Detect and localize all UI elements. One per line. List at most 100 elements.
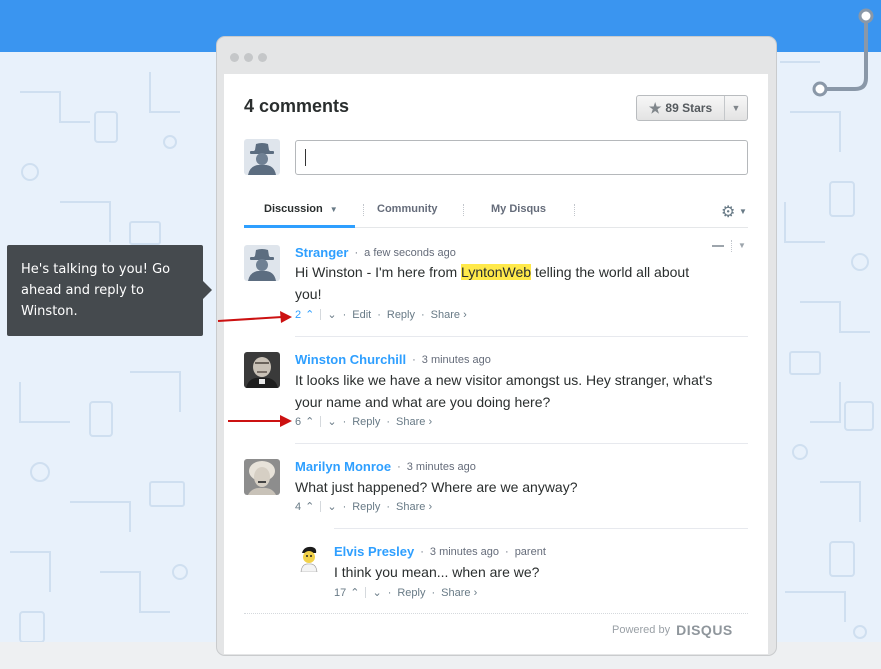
gear-icon[interactable]: ⚙ [721,202,735,222]
upvote-icon[interactable]: ⌃ [305,415,314,428]
tab-separator [363,204,364,216]
comment-body: It looks like we have a new visitor amon… [295,372,713,410]
footer-divider [244,613,748,614]
comment-count-title: 4 comments [244,96,350,116]
tooltip-pointer [203,281,212,299]
tab-discussion-label: Discussion [264,203,323,215]
window-dot [244,53,253,62]
downvote-icon[interactable]: ⌄ [327,500,336,513]
upvote-icon[interactable]: ⌃ [305,500,314,513]
disqus-logo: DISQUS [676,622,733,638]
reply-link[interactable]: Reply [352,501,380,513]
comment-text: Hi Winston - I'm here from [295,264,462,280]
separator-dot: · [421,308,425,321]
separator-dot: · [354,246,359,259]
downvote-icon[interactable]: ⌄ [327,415,336,428]
edit-link[interactable]: Edit [352,309,371,321]
vote-count: 4 [295,500,302,513]
winston-photo-icon[interactable] [244,352,280,388]
tooltip: He's talking to you! Go ahead and reply … [7,245,203,336]
upvote-icon[interactable]: ⌃ [305,308,314,321]
separator-dot: · [431,586,436,599]
separator-dot: · [420,545,424,558]
reply-link[interactable]: Reply [397,587,425,599]
separator-dot: · [342,500,347,513]
tab-discussion[interactable]: Discussion ▼ [264,203,338,215]
author-name[interactable]: Winston Churchill [295,352,406,367]
timestamp[interactable]: 3 minutes ago [422,354,491,366]
tab-separator [574,204,575,216]
author-name[interactable]: Marilyn Monroe [295,459,391,474]
separator-dot: · [505,545,509,558]
anonymous-user-icon[interactable] [244,245,280,281]
separator-dot: · [342,415,347,428]
menu-separator [731,240,732,252]
red-arrow-icon [228,415,292,427]
parent-link[interactable]: parent [515,546,546,558]
tab-community[interactable]: Community [377,203,438,215]
highlighted-text: LyntonWeb [461,264,532,280]
separator-dot: · [386,500,391,513]
author-name[interactable]: Elvis Presley [334,544,414,559]
comment-divider [334,528,748,529]
tooltip-text: He's talking to you! Go ahead and reply … [21,262,171,319]
comment-body: What just happened? Where are we anyway? [295,479,578,495]
text-cursor [305,149,306,166]
red-arrow-icon [217,311,292,323]
caret-down-icon[interactable]: ▼ [738,241,746,250]
marilyn-photo-icon[interactable] [244,459,280,495]
separator-dot: · [387,586,392,599]
upvote-icon[interactable]: ⌃ [350,586,359,599]
comment-input[interactable] [295,140,748,175]
separator-dot: · [397,460,401,473]
comment-header: Elvis Presley · 3 minutes ago · parent [334,544,546,559]
star-icon: ★ [648,99,662,116]
comment-divider [295,443,748,444]
window-dot [230,53,239,62]
comment-actions: 6 ⌃ ⌄ · Reply · Share › [295,415,432,429]
tab-separator [463,204,464,216]
comment-header: Marilyn Monroe · 3 minutes ago [295,459,476,474]
anonymous-user-icon [244,139,280,175]
separator-dot: · [386,415,391,428]
reply-link[interactable]: Reply [387,309,415,321]
share-link[interactable]: Share › [441,587,477,599]
comment-header: Winston Churchill · 3 minutes ago [295,352,491,367]
window-dot [258,53,267,62]
caret-down-icon[interactable]: ▼ [725,96,747,120]
chevron-down-icon: ▼ [329,205,338,214]
comment-body: Hi Winston - I'm here from LyntonWeb tel… [295,261,715,305]
powered-by-label: Powered by [612,624,671,636]
caret-down-icon[interactable]: ▼ [739,207,747,216]
downvote-icon[interactable]: ⌄ [372,586,381,599]
stars-button[interactable]: ★ 89 Stars ▼ [636,95,748,121]
reply-link[interactable]: Reply [352,416,380,428]
collapse-icon[interactable] [712,245,724,247]
powered-by[interactable]: Powered by DISQUS [612,622,733,638]
comment-actions: 4 ⌃ ⌄ · Reply · Share › [295,500,432,514]
comment-divider [295,336,748,337]
downvote-icon[interactable]: ⌄ [327,308,336,321]
share-link[interactable]: Share › [396,501,432,513]
share-link[interactable]: Share › [431,309,467,321]
separator-dot: · [412,353,416,366]
vote-separator [320,309,322,320]
share-link[interactable]: Share › [396,416,432,428]
timestamp[interactable]: a few seconds ago [364,247,456,259]
vote-separator [365,587,367,598]
stars-main[interactable]: ★ 89 Stars [637,96,725,120]
tab-my-disqus[interactable]: My Disqus [491,203,546,215]
comment-actions: 2 ⌃ ⌄ · Edit · Reply · Share › [295,308,467,322]
stars-label: 89 Stars [665,101,713,115]
separator-dot: · [377,308,381,321]
comment-header: Stranger · a few seconds ago [295,245,456,260]
active-tab-underline [244,225,355,228]
timestamp[interactable]: 3 minutes ago [430,546,499,558]
elvis-cartoon-icon[interactable] [295,544,323,572]
separator-dot: · [342,308,347,321]
timestamp[interactable]: 3 minutes ago [407,461,476,473]
comment-body: I think you mean... when are we? [334,564,540,580]
author-name[interactable]: Stranger [295,245,348,260]
comment-actions: 17 ⌃ ⌄ · Reply · Share › [334,586,477,600]
vote-separator [320,501,322,512]
